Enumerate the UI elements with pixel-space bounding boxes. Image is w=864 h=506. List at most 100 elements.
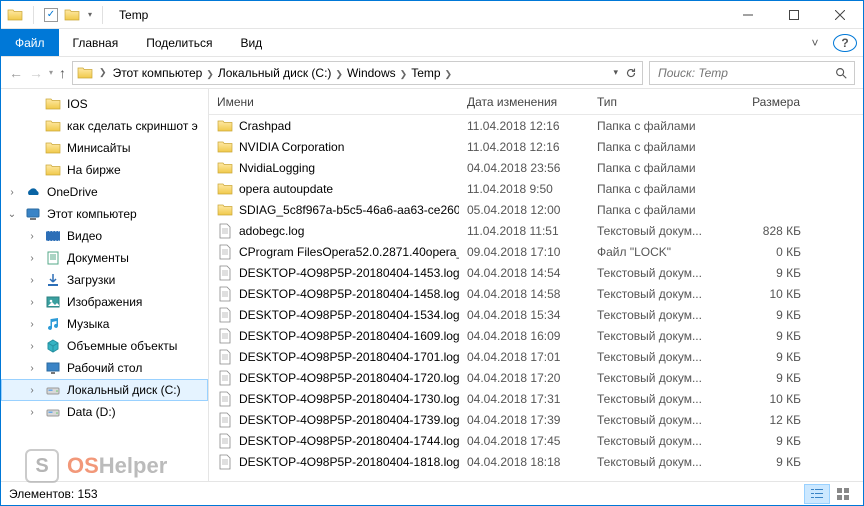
refresh-button[interactable] [624,66,638,80]
tree-item[interactable]: ›Видео [1,225,208,247]
tree-item[interactable]: ›Рабочий стол [1,357,208,379]
file-icon [217,454,233,470]
file-name: Crashpad [239,119,291,133]
file-row[interactable]: DESKTOP-4O98P5P-20180404-1453.log04.04.2… [209,262,863,283]
chevron-right-icon[interactable]: ❯ [396,69,412,79]
chevron-right-icon[interactable]: ❯ [95,67,111,78]
file-type: Папка с файлами [589,161,729,175]
tree-item[interactable]: ›OneDrive [1,181,208,203]
chevron-right-icon[interactable]: › [25,385,39,396]
file-name: DESKTOP-4O98P5P-20180404-1458.log [239,287,459,301]
ribbon-collapse-button[interactable]: ˅ [803,36,827,50]
file-list[interactable]: Crashpad11.04.2018 12:16Папка с файламиN… [209,115,863,481]
chevron-right-icon[interactable]: ❯ [202,69,218,79]
tree-item[interactable]: ›Data (D:) [1,401,208,423]
file-row[interactable]: CProgram FilesOpera52.0.2871.40opera_a..… [209,241,863,262]
address-dropdown[interactable]: ▾ [613,67,618,78]
tree-item[interactable]: Минисайты [1,137,208,159]
column-date[interactable]: Дата изменения [459,89,589,114]
breadcrumb-segment[interactable]: Локальный диск (C:) [218,66,332,80]
file-row[interactable]: adobegc.log11.04.2018 11:51Текстовый док… [209,220,863,241]
address-bar[interactable]: ❯ Этот компьютер❯Локальный диск (C:)❯Win… [72,61,643,85]
tree-item[interactable]: ›Музыка [1,313,208,335]
tab-file[interactable]: Файл [1,29,59,56]
tree-item-label: Загрузки [67,273,115,287]
close-button[interactable] [817,1,863,28]
file-row[interactable]: DESKTOP-4O98P5P-20180404-1609.log04.04.2… [209,325,863,346]
tree-item[interactable]: ›Документы [1,247,208,269]
tree-item[interactable]: ›Объемные объекты [1,335,208,357]
file-type: Папка с файлами [589,119,729,133]
tree-item[interactable]: ›Локальный диск (C:) [1,379,208,401]
file-row[interactable]: DESKTOP-4O98P5P-20180404-1818.log04.04.2… [209,451,863,472]
view-details-button[interactable] [805,485,829,503]
folder-icon [217,118,233,134]
file-name: DESKTOP-4O98P5P-20180404-1720.log [239,371,459,385]
file-row[interactable]: DESKTOP-4O98P5P-20180404-1739.log04.04.2… [209,409,863,430]
file-icon [217,433,233,449]
column-size[interactable]: Размера [729,89,809,114]
tree-item[interactable]: IOS [1,93,208,115]
breadcrumb-segment[interactable]: Этот компьютер [113,66,203,80]
minimize-button[interactable] [725,1,771,28]
tab-1[interactable]: Поделиться [132,29,226,56]
history-dropdown[interactable]: ▾ [49,68,53,77]
file-row[interactable]: DESKTOP-4O98P5P-20180404-1744.log04.04.2… [209,430,863,451]
file-date: 09.04.2018 17:10 [459,245,589,259]
qat-dropdown[interactable]: ▾ [88,10,92,19]
file-date: 04.04.2018 17:20 [459,371,589,385]
column-headers: Имени Дата изменения Тип Размера [209,89,863,115]
file-row[interactable]: SDIAG_5c8f967a-b5c5-46a6-aa63-ce260af...… [209,199,863,220]
file-row[interactable]: DESKTOP-4O98P5P-20180404-1458.log04.04.2… [209,283,863,304]
tab-0[interactable]: Главная [59,29,133,56]
file-row[interactable]: NvidiaLogging04.04.2018 23:56Папка с фай… [209,157,863,178]
search-input[interactable] [656,65,834,81]
tab-2[interactable]: Вид [226,29,276,56]
file-date: 04.04.2018 14:58 [459,287,589,301]
tree-item[interactable]: ⌄Этот компьютер [1,203,208,225]
up-button[interactable]: ↑ [59,65,66,81]
window-controls [725,1,863,28]
column-name[interactable]: Имени [209,89,459,114]
file-row[interactable]: opera autoupdate11.04.2018 9:50Папка с ф… [209,178,863,199]
chevron-right-icon[interactable]: › [25,297,39,308]
view-largeicons-button[interactable] [831,485,855,503]
tree-item[interactable]: › Загрузки [1,269,208,291]
chevron-right-icon[interactable]: ❯ [331,69,347,79]
tree-item[interactable]: На бирже [1,159,208,181]
qat-properties-toggle[interactable] [44,8,58,22]
tree-item[interactable]: как сделать скриншот э [1,115,208,137]
file-row[interactable]: Crashpad11.04.2018 12:16Папка с файлами [209,115,863,136]
file-row[interactable]: NVIDIA Corporation11.04.2018 12:16Папка … [209,136,863,157]
column-type[interactable]: Тип [589,89,729,114]
file-row[interactable]: DESKTOP-4O98P5P-20180404-1701.log04.04.2… [209,346,863,367]
chevron-right-icon[interactable]: › [25,341,39,352]
navigation-pane[interactable]: IOSкак сделать скриншот эМинисайтыНа бир… [1,89,209,481]
file-icon [217,391,233,407]
chevron-right-icon[interactable]: › [25,275,39,286]
chevron-right-icon[interactable]: › [25,231,39,242]
breadcrumb-segment[interactable]: Windows [347,66,396,80]
file-row[interactable]: DESKTOP-4O98P5P-20180404-1730.log04.04.2… [209,388,863,409]
back-button[interactable]: ← [9,65,23,81]
forward-button[interactable]: → [29,65,43,81]
help-button[interactable]: ? [833,34,857,52]
chevron-right-icon[interactable]: › [25,253,39,264]
breadcrumb-segment[interactable]: Temp [411,66,440,80]
chevron-right-icon[interactable]: › [25,407,39,418]
search-box[interactable] [649,61,855,85]
search-icon[interactable] [834,66,848,80]
tree-item[interactable]: ›Изображения [1,291,208,313]
chevron-right-icon[interactable]: › [25,363,39,374]
maximize-button[interactable] [771,1,817,28]
file-row[interactable]: DESKTOP-4O98P5P-20180404-1534.log04.04.2… [209,304,863,325]
chevron-right-icon[interactable]: ❯ [441,69,457,79]
file-type: Текстовый докум... [589,266,729,280]
file-date: 05.04.2018 12:00 [459,203,589,217]
file-row[interactable]: DESKTOP-4O98P5P-20180404-1720.log04.04.2… [209,367,863,388]
chevron-right-icon[interactable]: › [25,319,39,330]
chevron-down-icon[interactable]: ⌄ [5,209,19,220]
folder-icon [45,118,61,134]
chevron-right-icon[interactable]: › [5,187,19,198]
status-bar: Элементов: 153 [1,481,863,505]
